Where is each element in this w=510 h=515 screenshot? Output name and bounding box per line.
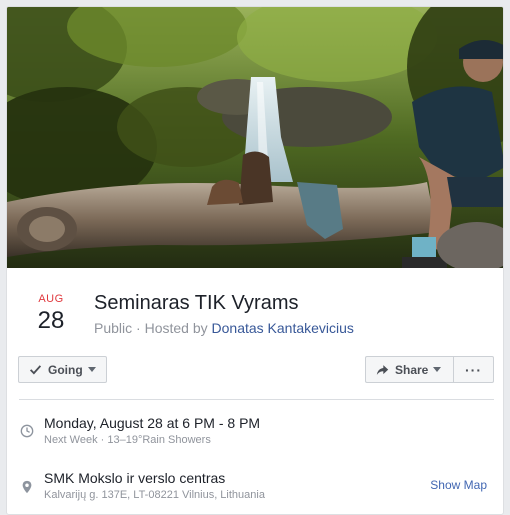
event-location-name[interactable]: SMK Mokslo ir verslo centras xyxy=(44,469,225,487)
chevron-down-icon xyxy=(87,367,96,372)
cover-illustration xyxy=(7,7,503,268)
chevron-down-icon xyxy=(433,367,442,372)
going-button[interactable]: Going xyxy=(18,356,107,383)
event-visibility: Public xyxy=(94,320,133,336)
event-cover-photo[interactable] xyxy=(7,7,503,268)
event-time[interactable]: Monday, August 28 at 6 PM - 8 PM xyxy=(44,414,260,432)
share-arrow-icon xyxy=(376,364,389,375)
event-host-link[interactable]: Donatas Kantakevicius xyxy=(212,320,354,336)
share-button[interactable]: Share xyxy=(365,356,454,383)
show-map-link[interactable]: Show Map xyxy=(430,478,487,492)
going-button-label: Going xyxy=(48,362,83,377)
event-title: Seminaras TIK Vyrams xyxy=(94,292,299,314)
event-date-badge: AUG 28 xyxy=(29,293,73,335)
event-location-address: Kalvarijų g. 137E, LT-08221 Vilnius, Lit… xyxy=(44,489,265,501)
event-time-weather: Next Week · 13–19°Rain Showers xyxy=(44,434,211,446)
hosted-by-label: · Hosted by xyxy=(136,320,208,336)
share-button-label: Share xyxy=(395,362,429,377)
event-meta: Public · Hosted by Donatas Kantakevicius xyxy=(94,319,354,337)
section-divider xyxy=(19,399,494,400)
event-card: AUG 28 Seminaras TIK Vyrams Public · Hos… xyxy=(6,6,504,515)
event-day: 28 xyxy=(37,307,65,334)
check-icon xyxy=(29,365,42,375)
clock-icon xyxy=(20,424,34,438)
map-pin-icon xyxy=(22,480,32,494)
ellipsis-icon: ··· xyxy=(465,361,482,378)
event-month: AUG xyxy=(38,293,64,305)
more-options-button[interactable]: ··· xyxy=(453,356,494,383)
